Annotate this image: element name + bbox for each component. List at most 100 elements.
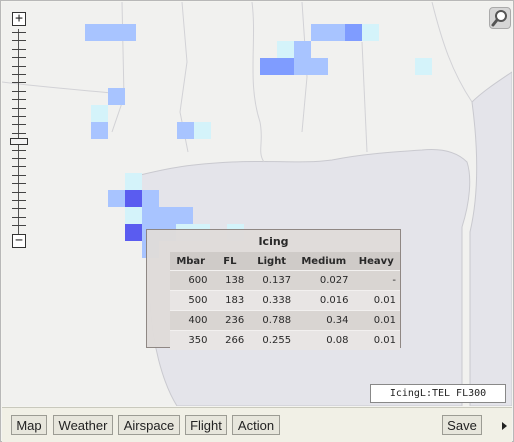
save-button[interactable]: Save (442, 415, 482, 435)
icing-cell (125, 207, 142, 224)
icing-cell (194, 122, 211, 139)
icing-cell (294, 58, 311, 75)
slider-tick (12, 132, 26, 134)
zoom-slider[interactable] (10, 29, 28, 235)
icing-cell (142, 190, 159, 207)
airspace-button[interactable]: Airspace (118, 415, 180, 435)
table-cell: 236 (211, 310, 249, 331)
slider-handle[interactable] (10, 138, 28, 145)
zoom-out-button[interactable]: − (12, 234, 26, 248)
table-row: 600 138 0.137 0.027- (170, 270, 400, 291)
slider-tick (12, 166, 26, 168)
icing-cell (91, 122, 108, 139)
slider-tick (12, 208, 26, 210)
table-cell: 0.34 (295, 310, 353, 331)
column-header: FL (211, 252, 249, 271)
icing-cell (91, 105, 108, 122)
icing-cell (142, 207, 159, 224)
table-cell: 0.016 (295, 290, 353, 311)
weather-map[interactable]: + − Icing Mbar FL Light Medium Heavy 600 138 0… (2, 2, 512, 406)
slider-tick (12, 90, 26, 92)
slider-tick (12, 48, 26, 50)
search-icon (491, 10, 507, 27)
slider-tick (12, 57, 26, 59)
weather-button[interactable]: Weather (53, 415, 113, 435)
icing-cell (277, 58, 294, 75)
slider-tick (12, 174, 26, 176)
slider-tick (12, 32, 26, 33)
icing-cell (102, 24, 119, 41)
toolbar: Map Weather Airspace Flight Action Save (2, 407, 512, 442)
icing-cell (362, 24, 379, 41)
action-button[interactable]: Action (232, 415, 280, 435)
slider-tick (12, 74, 26, 75)
icing-cell (85, 24, 102, 41)
icing-cell (119, 24, 136, 41)
column-header: Mbar (170, 252, 212, 271)
icing-cell (176, 207, 193, 224)
table-cell: 600 (170, 270, 212, 291)
layer-label: IcingL:TEL FL300 160609 (370, 384, 506, 406)
slider-tick (12, 200, 26, 201)
slider-tick (12, 107, 26, 109)
table-row: 400 236 0.788 0.34 0.01 (170, 310, 400, 331)
icing-cell (125, 173, 142, 190)
table-cell: 0.01 (352, 290, 400, 311)
popup-title: Icing (258, 235, 289, 248)
slider-tick (12, 124, 26, 126)
table-cell: 138 (211, 270, 249, 291)
icing-cell (277, 41, 294, 58)
slider-tick (12, 99, 26, 101)
more-arrow-icon[interactable] (502, 422, 507, 430)
slider-tick (12, 183, 26, 185)
icing-cell (125, 190, 142, 207)
slider-tick (12, 82, 26, 84)
icing-cell (415, 58, 432, 75)
icing-cell (159, 207, 176, 224)
icing-cell (345, 24, 362, 41)
column-header: Medium (295, 252, 353, 271)
flight-button[interactable]: Flight (185, 415, 227, 435)
slider-tick (12, 158, 26, 159)
slider-tick (12, 116, 26, 117)
slider-tick (12, 65, 26, 67)
column-header: Heavy (352, 252, 400, 271)
slider-tick (12, 225, 26, 227)
plus-icon: + (15, 11, 23, 26)
map-button[interactable]: Map (11, 415, 47, 435)
icing-table: Mbar FL Light Medium Heavy 600 138 0.137 0.027-… (170, 252, 400, 350)
table-cell: 500 (170, 290, 212, 311)
table-cell: 0.338 (248, 290, 296, 311)
icing-cell (108, 88, 125, 105)
icing-cell (328, 24, 345, 41)
icing-cell (260, 58, 277, 75)
app-window: + − Icing Mbar FL Light Medium Heavy 600 138 0… (0, 0, 514, 442)
table-cell: 0.788 (248, 310, 296, 331)
slider-tick (12, 216, 26, 218)
table-cell: 350 (170, 330, 212, 350)
icing-cell (311, 24, 328, 41)
magnifier-button[interactable] (489, 7, 511, 29)
table-cell: 0.027 (295, 270, 353, 291)
table-cell: 0.01 (352, 310, 400, 331)
minus-icon: − (15, 233, 23, 248)
table-header: Mbar FL Light Medium Heavy (170, 252, 400, 271)
table-row: 500 183 0.338 0.016 0.01 (170, 290, 400, 311)
slider-tick (12, 191, 26, 193)
table-cell: 0.08 (295, 330, 353, 350)
table-cell: 400 (170, 310, 212, 331)
slider-tick (12, 149, 26, 151)
column-header: Light (248, 252, 296, 271)
icing-cell (294, 41, 311, 58)
table-cell: 0.137 (248, 270, 296, 291)
zoom-in-button[interactable]: + (12, 12, 26, 26)
table-cell: 0.255 (248, 330, 296, 350)
table-cell: 183 (211, 290, 249, 311)
icing-cell (177, 122, 194, 139)
slider-tick (12, 40, 26, 42)
table-cell: 266 (211, 330, 249, 350)
icing-cell (125, 224, 142, 241)
table-cell: - (352, 270, 400, 291)
icing-cell (311, 58, 328, 75)
icing-popup: Icing Mbar FL Light Medium Heavy 600 138 0.137… (146, 229, 401, 350)
